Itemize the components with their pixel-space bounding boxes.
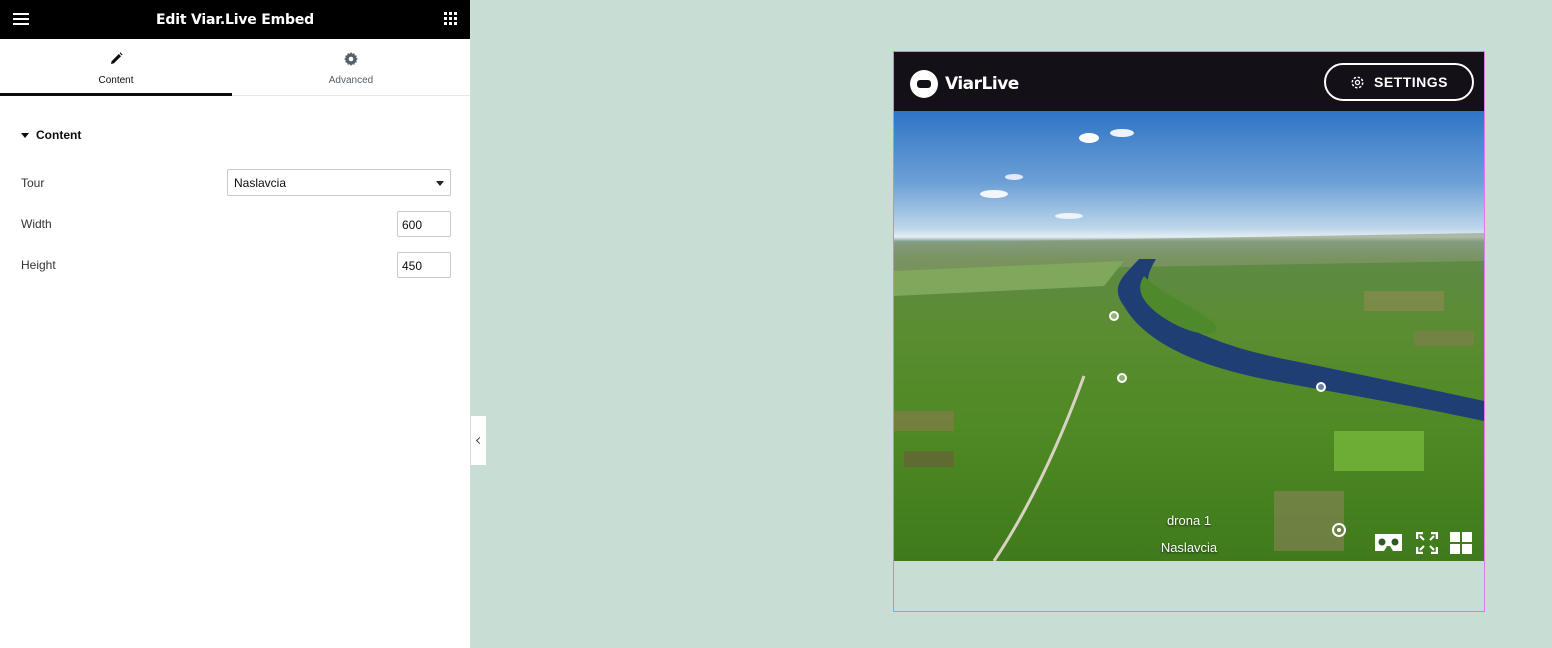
tab-advanced-label: Advanced	[328, 75, 374, 86]
viewer-header: ViarLive SETTINGS	[894, 52, 1484, 111]
content-section-toggle[interactable]: Content	[21, 128, 81, 142]
brand-name: ViarLive	[945, 74, 1019, 94]
scenes-grid-icon[interactable]	[1450, 532, 1472, 554]
settings-label: SETTINGS	[1373, 74, 1448, 90]
gear-icon	[344, 52, 358, 66]
tab-content[interactable]: Content	[0, 39, 232, 96]
dropdown-arrow-icon	[436, 181, 444, 186]
hotspot-icon[interactable]	[1117, 373, 1127, 383]
hotspot-icon[interactable]	[1316, 382, 1326, 392]
pencil-icon	[111, 52, 123, 64]
fullscreen-icon[interactable]	[1416, 532, 1438, 554]
editor-panel: Edit Viar.Live Embed Content Advanced Co…	[0, 0, 471, 648]
chevron-left-icon	[475, 436, 484, 445]
panel-title: Edit Viar.Live Embed	[156, 11, 314, 28]
hamburger-menu-icon[interactable]	[13, 13, 29, 25]
tour-select-value: Naslavcia	[234, 176, 287, 190]
panel-header: Edit Viar.Live Embed	[0, 0, 470, 39]
collapse-panel-button[interactable]	[471, 416, 486, 465]
vr-headset-icon[interactable]	[1373, 532, 1404, 553]
height-input[interactable]: 450	[397, 252, 451, 278]
height-label: Height	[21, 258, 56, 272]
scene-name: drona 1	[1166, 513, 1212, 528]
hotspot-icon[interactable]	[1109, 311, 1119, 321]
section-title: Content	[36, 128, 82, 142]
caret-down-icon	[21, 132, 29, 138]
tour-label: Tour	[21, 176, 45, 190]
tab-advanced[interactable]: Advanced	[232, 39, 470, 96]
width-label: Width	[21, 217, 52, 231]
viar-live-embed-widget[interactable]: ViarLive SETTINGS drona 1 Naslavcia	[893, 51, 1485, 612]
widgets-grid-icon[interactable]	[444, 12, 457, 25]
tab-content-label: Content	[98, 75, 134, 86]
panorama-view[interactable]: drona 1 Naslavcia	[894, 111, 1484, 561]
width-input[interactable]: 600	[397, 211, 451, 237]
panel-tabs: Content Advanced	[0, 39, 470, 96]
tour-select[interactable]: Naslavcia	[227, 169, 451, 196]
viarlive-logo-icon	[910, 70, 938, 98]
panorama-image	[894, 129, 1484, 561]
target-icon[interactable]	[1331, 522, 1347, 538]
viar-live-viewer: ViarLive SETTINGS drona 1 Naslavcia	[894, 52, 1484, 561]
gear-icon	[1351, 76, 1364, 88]
settings-button[interactable]: SETTINGS	[1324, 63, 1474, 101]
